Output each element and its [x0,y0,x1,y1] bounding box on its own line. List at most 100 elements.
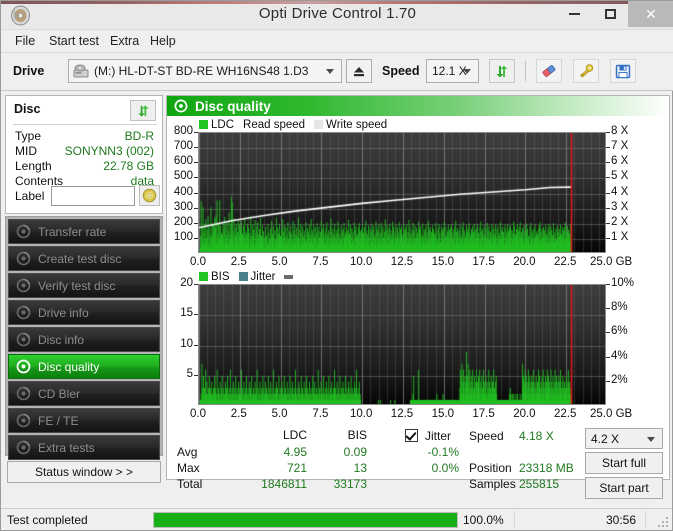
disc-refresh-button[interactable] [130,100,156,121]
elapsed-time-label: 30:56 [605,513,636,527]
sidebar-item-extra-tests[interactable]: Extra tests [8,435,160,460]
x-axis-tick-label: 7.5 [312,256,329,268]
sidebar-item-disc-info[interactable]: Disc info [8,327,160,352]
title-bar: Opti Drive Control 1.70 ✕ [1,1,673,30]
x-axis-tick-label: 22.5 [553,256,577,268]
speed-select[interactable]: 12.1 X [426,59,479,83]
menu-item-help[interactable]: Help [144,33,182,50]
sidebar-item-cd-bler[interactable]: CD Bler [8,381,160,406]
save-button[interactable] [610,59,636,83]
status-window-button[interactable]: Status window > > [7,461,161,483]
bis-plot-area [198,284,606,405]
erase-button[interactable] [536,59,562,83]
stats-speed-label: Speed [469,429,504,443]
disc-box-divider [13,124,157,125]
y2-axis-tick [606,162,610,164]
y-axis-tick [194,344,198,346]
start-full-label: Start full [601,456,646,470]
y2-axis-tick [606,147,610,149]
x-axis-tick-label: 20.0 [513,408,536,420]
test-nav-list: Transfer rate Create test disc Verify te… [5,216,163,460]
resize-grip[interactable] [656,515,668,527]
drive-icon [73,64,89,79]
disc-icon [174,99,188,113]
ldc-plot-area [198,132,606,253]
key-button[interactable] [573,59,599,83]
disc-value-type: BD-R [124,129,154,143]
refresh-button[interactable] [489,59,515,83]
maximize-button[interactable] [592,1,628,27]
y-axis-tick-label: 800 [173,125,193,137]
drive-select[interactable]: (M:) HL-DT-ST BD-RE WH16NS48 1.D3 [68,59,342,83]
y2-axis-tick-label: 8% [611,301,628,314]
y-axis-tick [194,284,198,285]
sidebar-item-label: Transfer rate [38,224,107,239]
stats-header-bis: BIS [347,428,367,442]
disc-key-length: Length [15,159,52,173]
sidebar-item-fe-te[interactable]: FE / TE [8,408,160,433]
x-axis-tick-label: 10.0 [349,256,373,268]
status-bar-divider [514,511,515,529]
test-speed-select[interactable]: 4.2 X [585,428,663,449]
jitter-label: Jitter [425,429,452,443]
x-axis-tick-label: 0.0 [190,256,206,268]
y2-axis-tick-label: 7 X [611,140,629,153]
start-part-label: Start part [599,481,649,495]
disc-quality-header: Disc quality [167,96,669,116]
y2-axis-tick [606,177,610,179]
jitter-checkbox[interactable] [405,429,418,442]
maximize-icon [604,9,616,19]
disc-box-title: Disc [14,102,41,116]
close-button[interactable]: ✕ [628,1,673,27]
stats-header-ldc: LDC [282,428,307,442]
y2-axis-tick [606,308,610,310]
disc-key-type: Type [15,129,42,143]
y-axis-tick [194,374,198,376]
check-icon [405,429,417,441]
x-axis-tick-label: 12.5 [390,408,414,420]
sidebar-item-label: Disc info [38,332,85,347]
legend-swatch-ldc [199,120,208,129]
y-axis-tick [194,132,198,133]
disc-icon [16,359,31,374]
y-axis-tick [194,314,198,316]
eject-icon [354,66,364,76]
speed-label: Speed [382,64,420,78]
y-axis-tick-label: 400 [173,185,193,198]
sidebar-item-label: Extra tests [38,440,95,455]
stats-ldc-max: 721 [286,461,307,475]
y2-axis-tick [606,132,610,133]
y2-axis-tick-label: 5 X [611,170,629,183]
y2-axis-tick-label: 4% [611,349,628,362]
y-axis-tick [194,162,198,164]
eraser-icon [542,65,556,77]
stats-position-value: 23318 MB [519,461,574,475]
start-full-button[interactable]: Start full [585,452,663,474]
disc-key-label: Label [15,189,45,203]
menu-item-start-test[interactable]: Start test [43,33,105,50]
sidebar-item-disc-quality[interactable]: Disc quality [8,354,160,379]
disc-label-input[interactable] [51,186,135,206]
progress-bar [153,512,458,528]
stats-jitter-avg: -0.1% [427,445,459,459]
drive-select-value: (M:) HL-DT-ST BD-RE WH16NS48 1.D3 [94,64,309,78]
x-axis-tick-label: 25.0 GB [590,256,633,268]
disc-label-button[interactable] [139,185,160,206]
eject-button[interactable] [346,59,372,83]
sidebar-item-verify-test-disc[interactable]: Verify test disc [8,273,160,298]
chevron-down-icon [647,436,655,442]
y2-axis-tick-label: 3 X [611,200,629,213]
start-part-button[interactable]: Start part [585,477,663,499]
menu-item-file[interactable]: File [9,33,41,50]
y-axis-tick-label: 15 [180,307,193,320]
sidebar-item-create-test-disc[interactable]: Create test disc [8,246,160,271]
sidebar-item-transfer-rate[interactable]: Transfer rate [8,219,160,244]
sidebar-item-label: Disc quality [38,359,100,374]
y2-axis-tick-label: 2% [611,373,628,386]
minimize-button[interactable] [556,1,592,27]
menu-item-extra[interactable]: Extra [104,33,145,50]
legend-label-read-speed: Read speed [243,118,306,131]
sidebar-item-drive-info[interactable]: Drive info [8,300,160,325]
refresh-icon [137,104,149,117]
drive-toolbar: Drive (M:) HL-DT-ST BD-RE WH16NS48 1.D3 … [1,53,673,91]
